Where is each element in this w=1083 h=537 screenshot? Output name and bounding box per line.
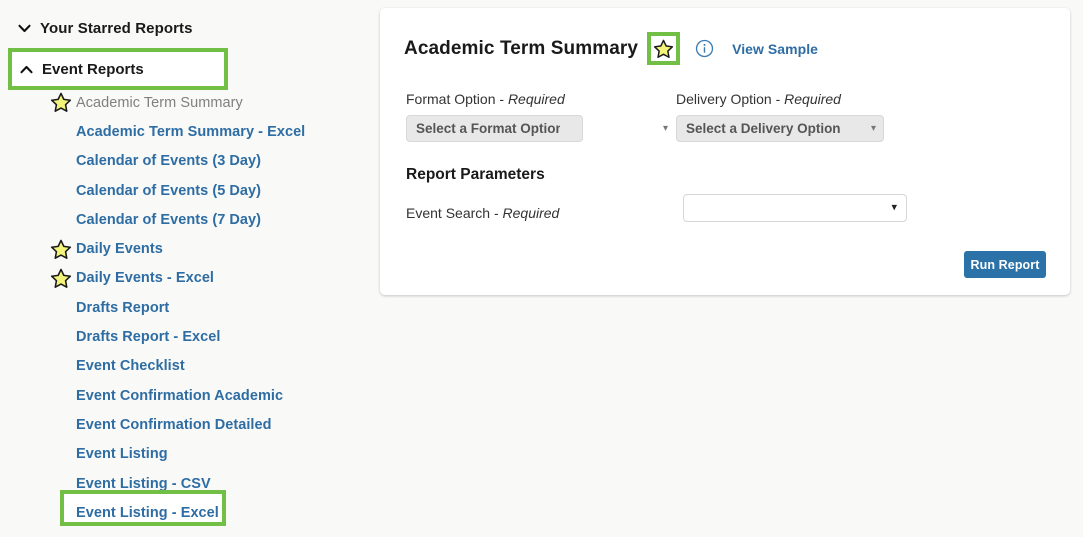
list-item: Academic Term Summary [0, 88, 380, 117]
list-item-label[interactable]: Academic Term Summary - Excel [48, 124, 305, 140]
list-item[interactable]: Academic Term Summary - Excel [0, 117, 380, 146]
card-header: Academic Term Summary View Sample [404, 32, 818, 65]
star-icon[interactable] [50, 238, 72, 260]
list-item[interactable]: Drafts Report [0, 293, 380, 322]
format-option-select[interactable]: Select a Format Option [406, 115, 583, 142]
format-option-label: Format Option - Required [406, 91, 565, 107]
event-search-select-wrap: ▾ [683, 194, 907, 222]
delivery-option-group: Delivery Option - Required Select a Deli… [676, 91, 884, 142]
run-report-button[interactable]: Run Report [964, 251, 1046, 278]
chevron-down-icon: ▾ [662, 122, 668, 134]
report-parameters-heading: Report Parameters [406, 166, 545, 183]
list-item[interactable]: Event Listing [0, 440, 380, 469]
list-item[interactable]: Calendar of Events (3 Day) [0, 147, 380, 176]
star-icon[interactable] [50, 267, 72, 289]
info-icon[interactable] [695, 39, 714, 58]
delivery-option-select[interactable]: Select a Delivery Option [676, 115, 884, 142]
report-list: Academic Term Summary Academic Term Summ… [0, 88, 380, 527]
list-item[interactable]: Daily Events [0, 234, 380, 263]
star-icon[interactable] [50, 92, 72, 114]
list-item[interactable]: Drafts Report - Excel [0, 322, 380, 351]
list-item[interactable]: Event Checklist [0, 352, 380, 381]
list-item-label[interactable]: Event Confirmation Detailed [48, 417, 272, 433]
list-item[interactable]: Calendar of Events (5 Day) [0, 176, 380, 205]
list-item-label[interactable]: Calendar of Events (3 Day) [48, 153, 261, 169]
options-row: Format Option - Required Select a Format… [406, 91, 884, 142]
list-item-label[interactable]: Calendar of Events (5 Day) [48, 183, 261, 199]
format-option-select-wrap: Select a Format Option ▾ [406, 115, 676, 142]
list-item-label[interactable]: Event Checklist [48, 358, 185, 374]
chevron-up-icon [20, 65, 42, 74]
delivery-option-select-wrap: Select a Delivery Option ▾ [676, 115, 884, 142]
list-item-event-listing-excel[interactable]: Event Listing - Excel [0, 490, 380, 527]
star-icon [653, 39, 674, 58]
list-item-label[interactable]: Event Listing - CSV [48, 476, 211, 492]
list-item[interactable]: Daily Events - Excel [0, 264, 380, 293]
event-search-select[interactable] [683, 194, 907, 222]
list-item-label[interactable]: Calendar of Events (7 Day) [48, 212, 261, 228]
list-item-label: Academic Term Summary [76, 94, 243, 111]
list-item-label[interactable]: Event Listing [48, 446, 168, 462]
list-item-label[interactable]: Drafts Report [48, 300, 169, 316]
favorite-star-button[interactable] [647, 32, 681, 65]
list-item-label[interactable]: Event Listing - Excel [48, 505, 219, 521]
delivery-option-label: Delivery Option - Required [676, 91, 841, 107]
list-item-label[interactable]: Daily Events - Excel [48, 270, 214, 286]
list-item[interactable]: Calendar of Events (7 Day) [0, 205, 380, 234]
view-sample-link[interactable]: View Sample [732, 41, 818, 57]
page-title: Academic Term Summary [404, 37, 639, 59]
sidebar-group-label: Your Starred Reports [40, 19, 193, 37]
sidebar-group-label: Event Reports [42, 60, 144, 78]
sidebar-group-your-starred-reports[interactable]: Your Starred Reports [0, 12, 380, 44]
event-search-label: Event Search - Required [406, 205, 560, 221]
list-item[interactable]: Event Confirmation Detailed [0, 410, 380, 439]
sidebar-group-event-reports[interactable]: Event Reports [8, 48, 228, 90]
report-detail-card: Academic Term Summary View Sample Format… [380, 8, 1070, 295]
report-browser-page: Your Starred Reports Event Reports Acade… [0, 0, 1083, 537]
reports-sidebar: Your Starred Reports Event Reports Acade… [0, 0, 380, 537]
list-item-label[interactable]: Drafts Report - Excel [48, 329, 220, 345]
list-item[interactable]: Event Confirmation Academic [0, 381, 380, 410]
chevron-down-icon [18, 24, 40, 33]
format-option-group: Format Option - Required Select a Format… [406, 91, 676, 142]
list-item-label[interactable]: Event Confirmation Academic [48, 388, 283, 404]
